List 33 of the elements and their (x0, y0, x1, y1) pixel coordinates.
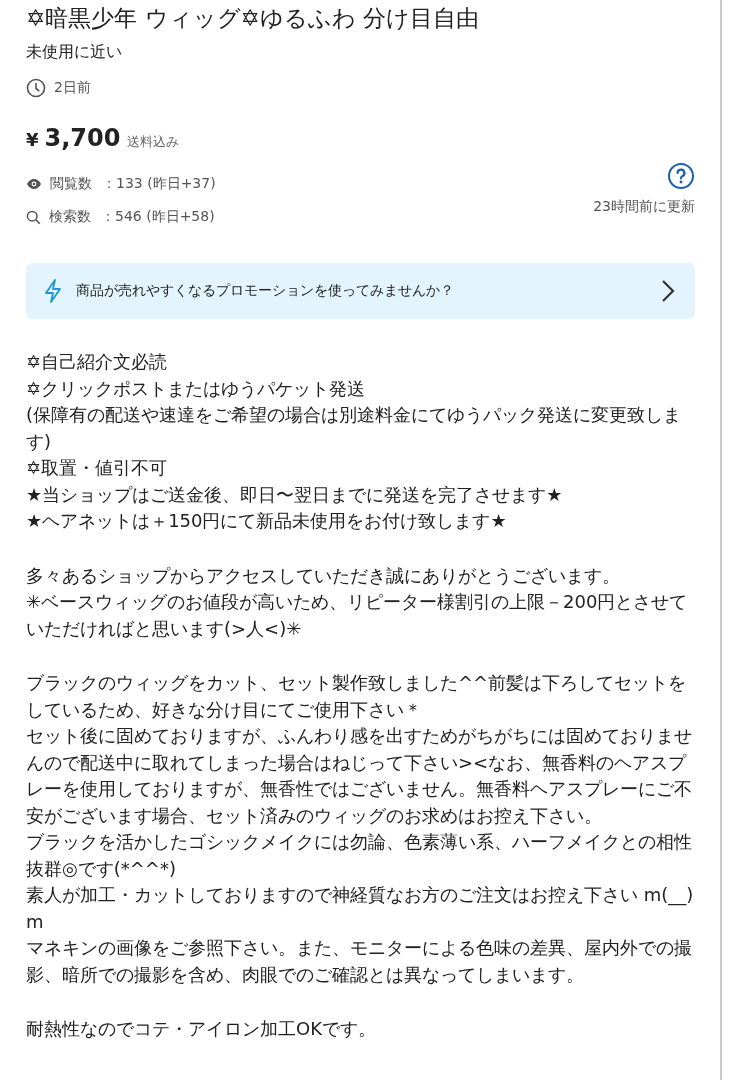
promotion-banner[interactable]: 商品が売れやすくなるプロモーションを使ってみませんか？ (26, 263, 695, 319)
clock-icon (26, 78, 46, 98)
description-text: ✡自己紹介文必読 (26, 350, 169, 374)
shipping-note: 送料込み (127, 133, 180, 151)
updated-time: 23時間前に更新 (593, 198, 695, 216)
description-text: マネキンの画像をご参照下さい。また、モニターによる色味の差異、屋内外での撮影、暗所での撮影を含め、肉眼でのご確認とは異なってしまいます。 (26, 936, 693, 987)
description-text: ✡クリックポストまたはゆうパケット発送 (26, 376, 367, 401)
description-text: ★当ショップはご送金後、即日〜翌日までに発送を完了させます★ (26, 482, 564, 507)
description-text: セット後に固めておりますが、ふんわり感を出すためがちがちには固めておりませんので配送中に取れてしまった場合はねじって下さい><なお、無香料のヘアスプレーを使用しておりますが、無香性ではございません。無香料ヘアスプレーにご不安がございます場合、セット済みのウィッグのお求めはお控え下さい。 (26, 724, 693, 828)
help-icon[interactable] (667, 162, 695, 190)
description-text: ★ヘアネットは＋150円にて新品未使用をお付け致します★ (26, 509, 508, 533)
stat-value: ：133 (昨日+37) (102, 175, 216, 193)
stat-label: 閲覧数 (50, 175, 92, 193)
condition-text: 未使用に近い (26, 41, 123, 63)
description-text: ブラックを活かしたゴシックメイクには勿論、色素薄い系、ハーフメイクとの相性抜群◎です(*^^*) (26, 830, 693, 881)
description-text: ✡取置・値引不可 (26, 456, 169, 480)
lightning-icon (42, 278, 64, 304)
price-amount: 3,700 (44, 124, 121, 152)
currency-sign: ¥ (26, 129, 39, 150)
description-text: ✳ベースウィッグのお値段が高いため、リピーター様割引の上限－200円とさせていただければと思います(>人<)✳ (26, 590, 689, 641)
description-text: ブラックのウィッグをカット、セット製作致しました^^前髪は下ろしてセットをしているため、好きな分け目にてご使用下さい＊ (26, 671, 688, 722)
description-text: 耐熱性なのでコテ・アイロン加工OKです。 (26, 1017, 377, 1041)
description-text: 多々あるショップからアクセスしていただき誠にありがとうございます。 (26, 563, 621, 588)
promotion-text: 商品が売れやすくなるプロモーションを使ってみませんか？ (76, 282, 455, 300)
chevron-right-icon (661, 279, 675, 303)
description-text: 素人が加工・カットしておりますので神経質なお方のご注文はお控え下さい m(__)m (26, 883, 695, 934)
item-title: ✡暗黒少年 ウィッグ✡ゆるふわ 分け目自由 (26, 4, 481, 33)
stat-value: ：546 (昨日+58) (101, 208, 215, 226)
description-text: (保障有の配送や速達をご希望の場合は別途料金にてゆうパック発送に変更致します) (26, 403, 683, 454)
search-icon (26, 209, 41, 225)
stat-label: 検索数 (49, 208, 91, 226)
eye-icon (26, 178, 42, 190)
posted-time: 2日前 (54, 79, 91, 97)
